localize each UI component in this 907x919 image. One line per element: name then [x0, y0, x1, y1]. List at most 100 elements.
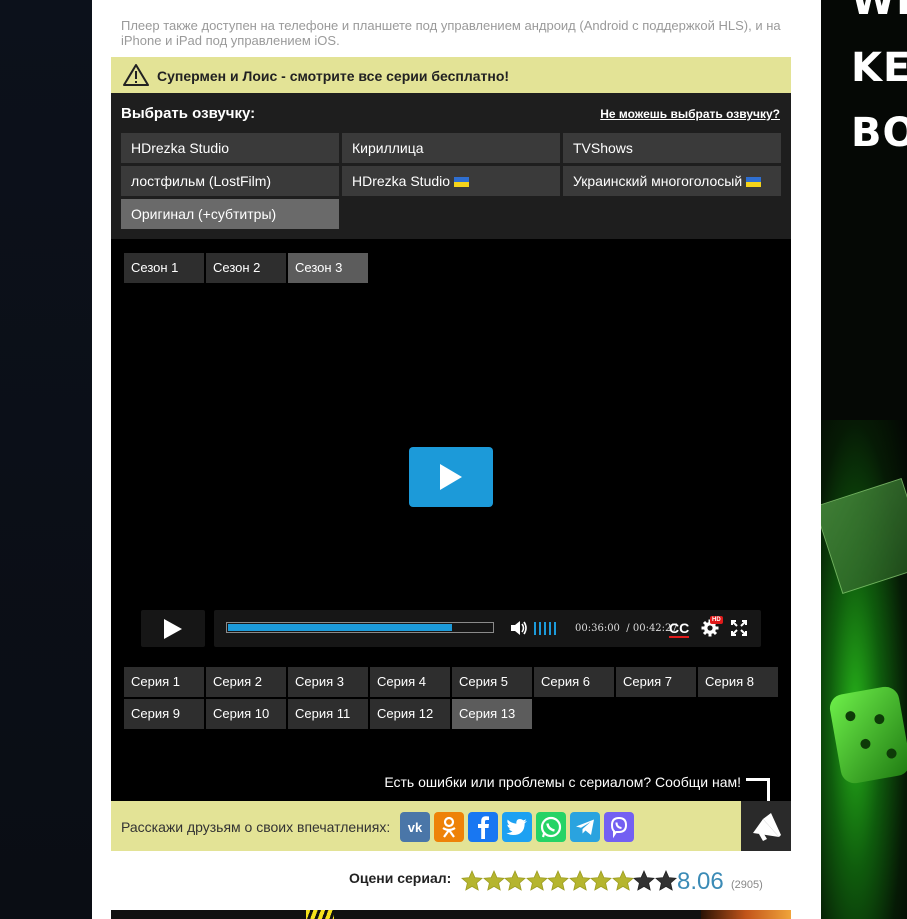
dub-label: Выбрать озвучку:: [121, 105, 256, 122]
time-separator: /: [626, 623, 630, 634]
episode-button[interactable]: Серия 4: [370, 667, 450, 697]
dub-option-label: Оригинал (+субтитры): [131, 206, 277, 222]
dub-option-label: Кириллица: [352, 140, 424, 156]
star-filled-icon[interactable]: [590, 870, 612, 892]
ad-text-line: WIN: [851, 0, 907, 24]
play-icon: [164, 619, 182, 639]
dub-option[interactable]: Украинский многоголосый: [563, 166, 781, 196]
subtitles-button[interactable]: CC: [669, 620, 690, 638]
dub-option-label: HDrezka Studio: [352, 173, 451, 189]
episode-button[interactable]: Серия 13: [452, 699, 532, 729]
episode-button[interactable]: Серия 1: [124, 667, 204, 697]
time-display: 00:36:00 / 00:42:27: [575, 623, 678, 634]
dub-option-label: Украинский многоголосый: [573, 173, 743, 189]
twitter-share-button[interactable]: [502, 812, 532, 842]
viber-icon: [610, 816, 628, 839]
page-background-left: [0, 0, 92, 919]
episode-button[interactable]: Серия 5: [452, 667, 532, 697]
svg-text:vk: vk: [408, 820, 423, 835]
telegram-icon: [576, 819, 594, 835]
season-tab[interactable]: Сезон 3: [288, 253, 368, 283]
star-filled-icon[interactable]: [461, 870, 483, 892]
rating-stars[interactable]: [461, 870, 677, 897]
odnoklassniki-icon: [442, 816, 456, 838]
star-empty-icon[interactable]: [654, 870, 677, 892]
star-filled-icon[interactable]: [525, 870, 548, 892]
report-corner-decoration: [746, 778, 770, 801]
viber-share-button[interactable]: [604, 812, 634, 842]
control-play-button[interactable]: [141, 610, 205, 647]
dice-dot: [844, 710, 857, 722]
play-icon: [440, 464, 462, 490]
vk-icon: vk: [408, 820, 423, 835]
episode-button[interactable]: Серия 7: [616, 667, 696, 697]
warning-text: Супермен и Лоис - смотрите все серии бес…: [157, 68, 510, 84]
vk-share-button[interactable]: vk: [400, 812, 430, 842]
facebook-icon: [478, 816, 489, 839]
player-availability-note: Плеер также доступен на телефоне и планш…: [121, 18, 781, 48]
episode-button[interactable]: Серия 2: [206, 667, 286, 697]
megaphone-button[interactable]: [741, 801, 791, 851]
volume-icon[interactable]: [510, 620, 528, 636]
rating-score: 8.06: [677, 868, 724, 895]
dub-option[interactable]: HDrezka Studio: [121, 133, 339, 163]
star-filled-icon[interactable]: [547, 870, 569, 892]
episode-button[interactable]: Серия 3: [288, 667, 368, 697]
volume-slider[interactable]: [534, 622, 559, 640]
dice-dot: [873, 713, 886, 725]
dub-help-link[interactable]: Не можешь выбрать озвучку?: [600, 107, 780, 121]
season-tab[interactable]: Сезон 1: [124, 253, 204, 283]
episode-button[interactable]: Серия 6: [534, 667, 614, 697]
main-content: Плеер также доступен на телефоне и планш…: [92, 0, 821, 919]
dub-option[interactable]: Оригинал (+субтитры): [121, 199, 339, 229]
telegram-share-button[interactable]: [570, 812, 600, 842]
progress-bar[interactable]: [226, 622, 494, 633]
whatsapp-share-button[interactable]: [536, 812, 566, 842]
megaphone-icon: [753, 813, 781, 841]
side-advertisement[interactable]: WIN KEE BO: [821, 0, 907, 919]
episode-button[interactable]: Серия 8: [698, 667, 778, 697]
dice-dot: [859, 738, 872, 750]
star-filled-icon[interactable]: [504, 870, 526, 892]
star-filled-icon[interactable]: [568, 870, 591, 892]
episode-button[interactable]: Серия 9: [124, 699, 204, 729]
facebook-share-button[interactable]: [468, 812, 498, 842]
star-empty-icon[interactable]: [633, 870, 655, 892]
warning-banner: Супермен и Лоис - смотрите все серии бес…: [111, 57, 791, 93]
share-text: Расскажи друзьям о своих впечатлениях:: [121, 819, 391, 835]
episode-button[interactable]: Серия 11: [288, 699, 368, 729]
dub-option[interactable]: TVShows: [563, 133, 781, 163]
episode-button[interactable]: Серия 12: [370, 699, 450, 729]
whatsapp-icon: [540, 816, 562, 838]
fullscreen-icon[interactable]: [731, 620, 747, 636]
warning-icon: [123, 64, 149, 86]
rating-label: Оцени сериал:: [349, 870, 452, 886]
player-control-bar: 00:36:00 / 00:42:27 CC HD: [214, 610, 761, 647]
ukraine-flag-icon: [746, 177, 762, 187]
dub-option-label: TVShows: [573, 140, 633, 156]
odnoklassniki-share-button[interactable]: [434, 812, 464, 842]
dice-dot: [885, 747, 898, 760]
dub-selector: Выбрать озвучку: Не можешь выбрать озвуч…: [111, 93, 791, 239]
ukraine-flag-icon: [454, 177, 470, 187]
star-filled-icon[interactable]: [482, 870, 505, 892]
progress-fill: [228, 624, 452, 631]
star-filled-icon[interactable]: [611, 870, 634, 892]
twitter-icon: [506, 819, 527, 835]
banner-image: [701, 910, 791, 919]
dub-option[interactable]: Кириллица: [342, 133, 560, 163]
hd-badge: HD: [710, 616, 723, 624]
dub-option-label: лостфильм (LostFilm): [131, 173, 272, 189]
episode-button[interactable]: Серия 10: [206, 699, 286, 729]
dub-option-label: HDrezka Studio: [131, 140, 230, 156]
dub-option[interactable]: лостфильм (LostFilm): [121, 166, 339, 196]
report-problem-link[interactable]: Есть ошибки или проблемы с сериалом? Соо…: [384, 774, 741, 790]
big-play-button[interactable]: [409, 447, 493, 507]
time-current: 00:36:00: [575, 623, 620, 634]
video-player[interactable]: Сезон 1 Сезон 2 Сезон 3 00:36:00 / 00:42:2…: [111, 239, 791, 801]
share-bar: Расскажи друзьям о своих впечатлениях: v…: [111, 801, 791, 851]
rating-votes: (2905): [731, 879, 763, 891]
season-tab[interactable]: Сезон 2: [206, 253, 286, 283]
bottom-banner[interactable]: [111, 910, 791, 919]
dub-option[interactable]: HDrezka Studio: [342, 166, 560, 196]
